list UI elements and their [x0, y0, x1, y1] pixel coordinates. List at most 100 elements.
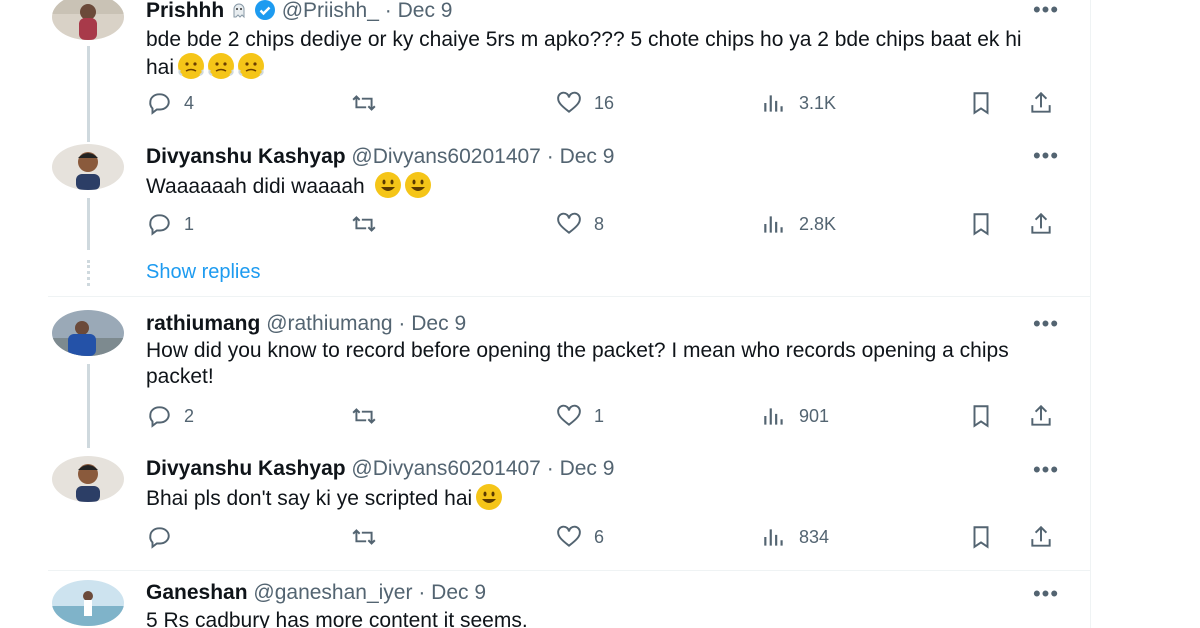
view-count: 834	[799, 526, 830, 547]
retweet-icon	[352, 529, 376, 545]
bookmark-button[interactable]	[968, 522, 994, 552]
view-count: 2.8K	[799, 213, 837, 234]
like-button[interactable]: 6	[556, 522, 604, 552]
tweet-header: rathiumang @rathiumang · Dec 9	[146, 311, 466, 337]
timestamp[interactable]: Dec 9	[560, 457, 615, 480]
tweet-text-content: bde bde 2 chips dediye or ky chaiye 5rs …	[146, 28, 1022, 79]
view-count: 3.1K	[799, 92, 837, 113]
tweet-header: Prishhh @Priishh_ · Dec 9	[146, 0, 452, 24]
view-count: 901	[799, 405, 830, 426]
retweet-button[interactable]	[351, 209, 389, 239]
tweet-text: How did you know to record before openin…	[146, 339, 1009, 388]
tweet-text: Waaaaaah didi waaaah	[146, 172, 1046, 200]
face-with-steam-icon	[208, 53, 235, 79]
grinning-face-icon	[374, 172, 401, 198]
divider	[48, 296, 1090, 297]
views-button[interactable]: 2.8K	[761, 209, 836, 239]
tweet-text-content: Bhai pls don't say ki ye scripted hai	[146, 487, 473, 510]
views-button[interactable]: 901	[761, 401, 829, 431]
like-button[interactable]: 16	[556, 88, 614, 118]
retweet-icon	[352, 216, 376, 232]
views-bar-chart-icon	[764, 529, 783, 546]
like-button[interactable]: 1	[556, 401, 604, 431]
display-name[interactable]: Prishhh	[146, 0, 224, 22]
handle[interactable]: @ganeshan_iyer	[253, 581, 412, 604]
heart-icon	[557, 404, 581, 426]
verified-badge-icon	[254, 0, 275, 20]
retweet-button[interactable]	[351, 88, 389, 118]
more-options-button[interactable]: •••	[1028, 0, 1064, 21]
reply-icon	[149, 214, 170, 236]
timestamp[interactable]: Dec 9	[431, 581, 486, 604]
separator: ·	[546, 457, 554, 480]
share-icon	[1031, 404, 1051, 426]
bookmark-icon	[973, 92, 989, 115]
tweet-text-content: Waaaaaah didi waaaah	[146, 175, 365, 198]
tweet-actions: 4 16 3.1K	[146, 88, 1066, 118]
like-button[interactable]: 8	[556, 209, 604, 239]
separator: ·	[398, 312, 406, 335]
reply-count: 2	[184, 405, 195, 426]
timestamp[interactable]: Dec 9	[560, 145, 615, 168]
avatar[interactable]	[52, 580, 124, 626]
timestamp[interactable]: Dec 9	[398, 0, 453, 22]
views-button[interactable]: 834	[761, 522, 829, 552]
avatar[interactable]	[52, 456, 124, 502]
avatar[interactable]	[52, 144, 124, 190]
more-options-button[interactable]: •••	[1028, 583, 1064, 605]
like-count: 1	[594, 405, 605, 426]
reply-button[interactable]: 2	[146, 401, 194, 431]
timestamp[interactable]: Dec 9	[411, 312, 466, 335]
views-button[interactable]: 3.1K	[761, 88, 836, 118]
reply-button[interactable]: 1	[146, 209, 194, 239]
handle[interactable]: @Divyans60201407	[351, 145, 540, 168]
more-options-button[interactable]: •••	[1028, 145, 1064, 167]
bookmark-button[interactable]	[968, 88, 994, 118]
reply-icon	[149, 93, 170, 115]
share-button[interactable]	[1028, 88, 1054, 118]
retweet-button[interactable]	[351, 401, 389, 431]
tweet-text: Bhai pls don't say ki ye scripted hai	[146, 484, 1046, 512]
bookmark-button[interactable]	[968, 401, 994, 431]
avatar[interactable]	[52, 310, 124, 356]
thread-line	[87, 364, 90, 448]
retweet-icon	[352, 408, 376, 424]
separator: ·	[384, 0, 392, 22]
heart-icon	[557, 525, 581, 547]
share-button[interactable]	[1028, 401, 1054, 431]
bookmark-button[interactable]	[968, 209, 994, 239]
separator: ·	[546, 145, 554, 168]
tweet-actions: 6 834	[146, 522, 1066, 552]
right-margin	[1090, 0, 1200, 628]
tweet-actions: 1 8 2.8K	[146, 209, 1066, 239]
handle[interactable]: @Priishh_	[282, 0, 379, 22]
bookmark-icon	[973, 213, 989, 236]
display-name[interactable]: rathiumang	[146, 312, 260, 335]
handle[interactable]: @Divyans60201407	[351, 457, 540, 480]
retweet-button[interactable]	[351, 522, 389, 552]
views-bar-chart-icon	[764, 408, 783, 425]
share-icon	[1031, 91, 1051, 113]
share-button[interactable]	[1028, 209, 1054, 239]
display-name[interactable]: Divyanshu Kashyap	[146, 145, 346, 168]
bookmark-icon	[973, 526, 989, 549]
thread-dots	[87, 260, 93, 286]
show-replies-link[interactable]: Show replies	[146, 260, 261, 284]
reply-feed[interactable]: Prishhh @Priishh_ · Dec 9 ••• bde bde 2 …	[48, 0, 1090, 628]
more-options-button[interactable]: •••	[1028, 313, 1064, 335]
share-icon	[1031, 525, 1051, 547]
handle[interactable]: @rathiumang	[266, 312, 392, 335]
reply-button[interactable]: 4	[146, 88, 194, 118]
ghost-icon	[230, 0, 248, 19]
thread-line	[87, 46, 90, 142]
reply-icon	[149, 406, 170, 428]
display-name[interactable]: Ganeshan	[146, 581, 248, 604]
share-button[interactable]	[1028, 522, 1054, 552]
bookmark-icon	[973, 405, 989, 428]
tweet-header: Ganeshan @ganeshan_iyer · Dec 9	[146, 580, 486, 606]
display-name[interactable]: Divyanshu Kashyap	[146, 457, 346, 480]
reply-button[interactable]	[146, 522, 184, 552]
avatar[interactable]	[52, 0, 124, 40]
more-options-button[interactable]: •••	[1028, 459, 1064, 481]
views-bar-chart-icon	[764, 95, 783, 112]
